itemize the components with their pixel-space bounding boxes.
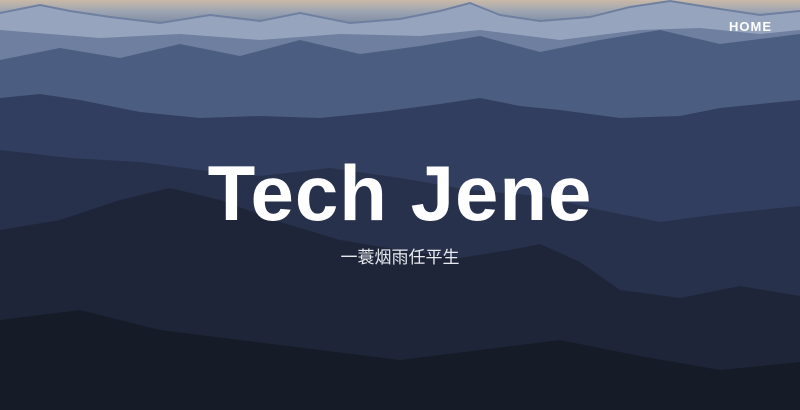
site-title: Tech Jene [207, 149, 593, 237]
nav-home-link[interactable]: HOME [729, 19, 772, 34]
hero-section: HOME Tech Jene 一蓑烟雨任平生 [0, 0, 800, 410]
top-nav: HOME [729, 18, 772, 36]
site-subtitle: 一蓑烟雨任平生 [340, 248, 460, 268]
